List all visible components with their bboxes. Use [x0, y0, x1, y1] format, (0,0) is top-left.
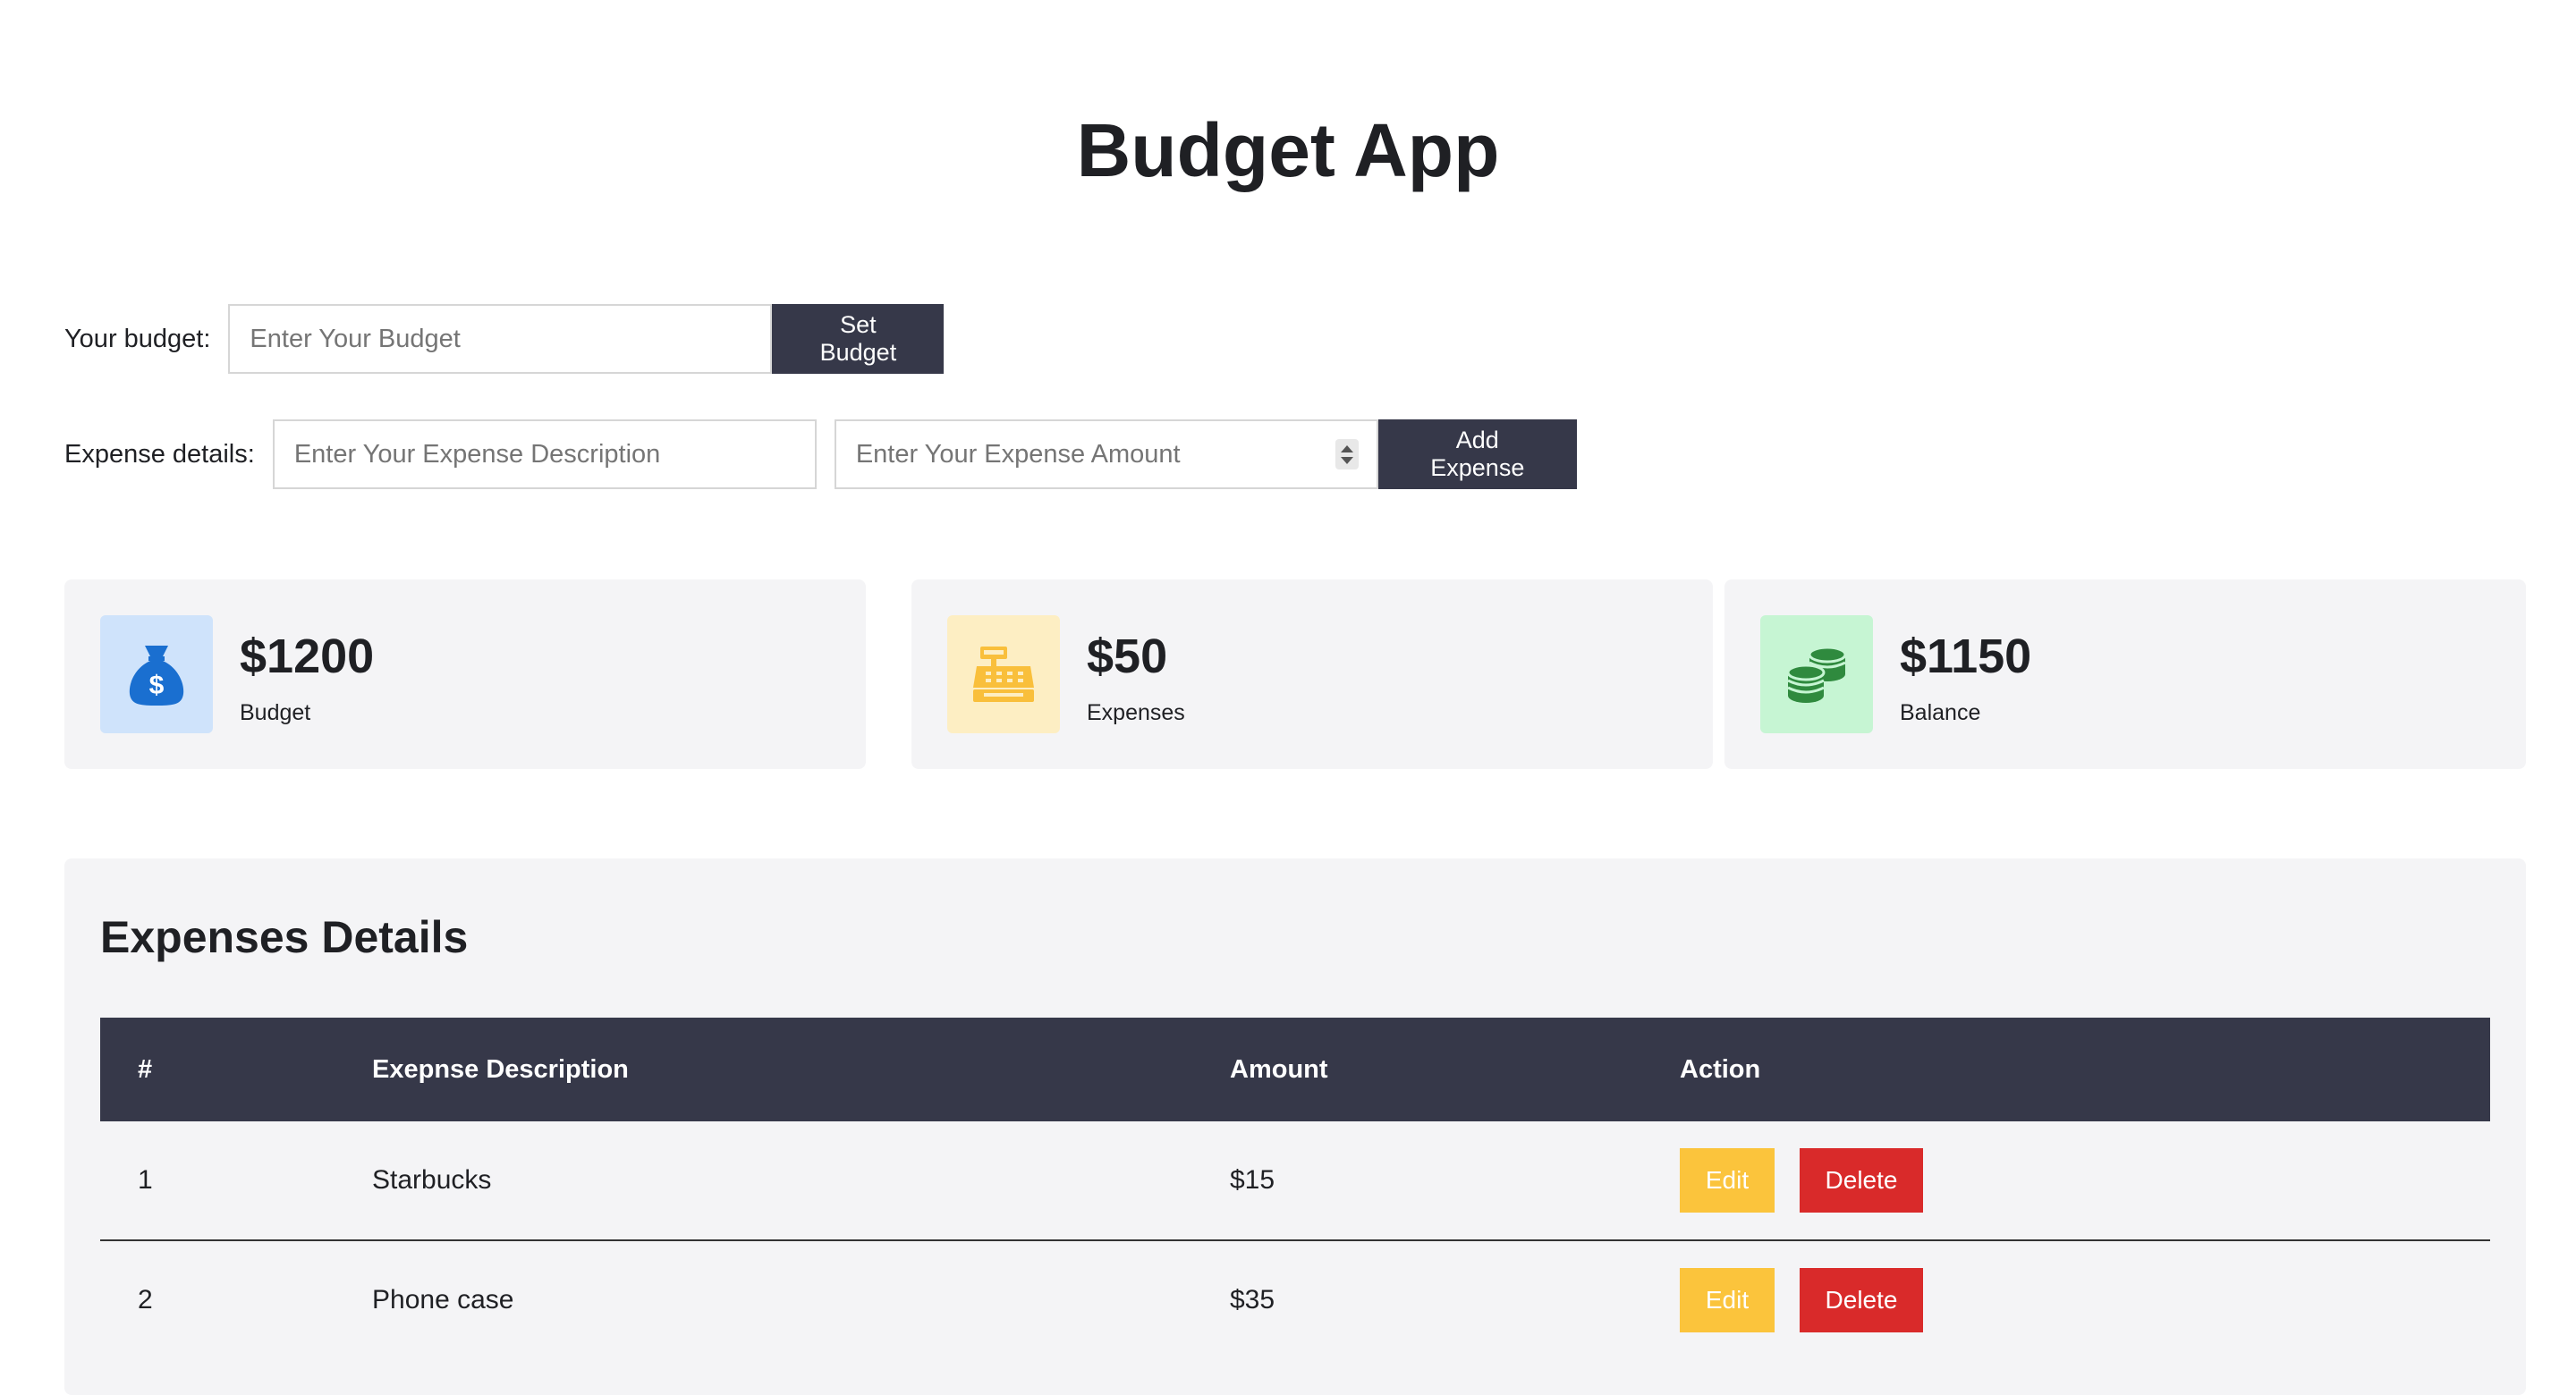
row-description: Phone case	[372, 1285, 514, 1315]
add-expense-button[interactable]: Add Expense	[1377, 419, 1577, 489]
expense-amount-input[interactable]	[834, 419, 1378, 489]
balance-value: $1150	[1900, 630, 2032, 683]
balance-card-label: Balance	[1900, 700, 1981, 725]
stepper-down-icon[interactable]	[1340, 456, 1353, 464]
column-header-amount: Amount	[1230, 1055, 1328, 1084]
expense-description-input[interactable]	[272, 419, 817, 489]
expense-form: Expense details: Add Expense	[64, 419, 1577, 489]
expenses-card: $50 Expenses	[911, 579, 1713, 769]
budget-label: Your budget:	[64, 324, 211, 353]
budget-card: $ $1200 Budget	[64, 579, 866, 769]
expenses-value: $50	[1087, 630, 1168, 683]
table-row: 1 Starbucks $15 Edit Delete	[100, 1121, 2490, 1241]
coins-icon	[1786, 646, 1847, 703]
row-amount: $35	[1230, 1285, 1275, 1315]
row-number: 2	[138, 1285, 153, 1315]
stepper-up-icon[interactable]	[1340, 444, 1353, 452]
delete-button[interactable]: Delete	[1800, 1268, 1923, 1332]
cash-register-icon	[973, 647, 1034, 702]
set-budget-button[interactable]: Set Budget	[772, 304, 945, 374]
expense-label: Expense details:	[64, 439, 255, 469]
expenses-title: Expenses Details	[100, 912, 469, 962]
table-header: # Exepnse Description Amount Action	[100, 1018, 2490, 1121]
budget-value: $1200	[240, 630, 375, 683]
page-title: Budget App	[1076, 108, 1500, 192]
balance-card: $1150 Balance	[1724, 579, 2526, 769]
amount-stepper[interactable]	[1335, 439, 1359, 469]
money-bag-icon: $	[129, 646, 184, 706]
table-row: 2 Phone case $35 Edit Delete	[100, 1241, 2490, 1359]
column-header-action: Action	[1680, 1055, 1761, 1084]
delete-button[interactable]: Delete	[1800, 1148, 1923, 1213]
row-amount: $15	[1230, 1165, 1275, 1195]
column-header-number: #	[138, 1055, 153, 1084]
balance-icon-box	[1760, 615, 1873, 733]
edit-button[interactable]: Edit	[1680, 1268, 1775, 1332]
row-actions: Edit Delete	[1680, 1268, 1923, 1332]
row-actions: Edit Delete	[1680, 1148, 1923, 1213]
expense-amount-wrapper	[834, 419, 1378, 489]
budget-form: Your budget: Set Budget	[64, 304, 945, 374]
budget-input[interactable]	[228, 304, 773, 374]
column-header-description: Exepnse Description	[372, 1055, 629, 1084]
expenses-icon-box	[947, 615, 1060, 733]
row-number: 1	[138, 1165, 153, 1195]
edit-button[interactable]: Edit	[1680, 1148, 1775, 1213]
svg-text:$: $	[149, 671, 165, 700]
expenses-panel: Expenses Details # Exepnse Description A…	[64, 858, 2526, 1395]
budget-card-label: Budget	[240, 700, 311, 725]
budget-icon-box: $	[100, 615, 213, 733]
expenses-card-label: Expenses	[1087, 700, 1185, 725]
row-description: Starbucks	[372, 1165, 492, 1195]
expenses-table: # Exepnse Description Amount Action 1 St…	[100, 1018, 2490, 1359]
